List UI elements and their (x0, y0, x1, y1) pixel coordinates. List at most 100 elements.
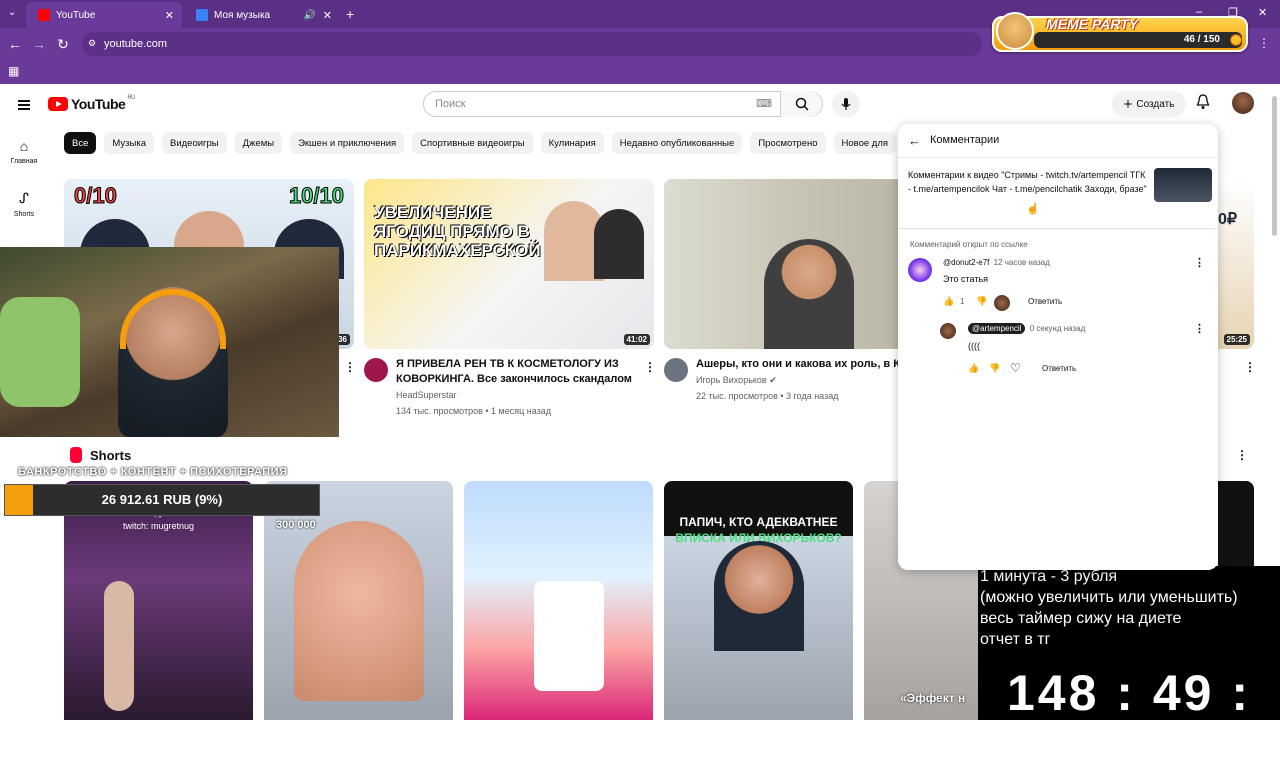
streamer-webcam (0, 247, 339, 437)
like-icon[interactable]: 👍 (968, 363, 979, 374)
video-meta: 22 тыс. просмотров • 3 года назад (696, 391, 839, 401)
url-field[interactable]: ⚙ youtube.com (82, 32, 982, 56)
reload-icon[interactable]: ↻ (50, 36, 76, 53)
apps-grid-icon[interactable]: ▦ (8, 64, 19, 78)
comments-panel: ← Комментарии Комментарии к видео "Стрим… (898, 124, 1218, 570)
figure-decor (104, 581, 134, 711)
video-meta: 134 тыс. просмотров • 1 месяц назад (396, 406, 552, 416)
comments-panel-header: ← Комментарии (898, 124, 1218, 158)
search-box[interactable]: Поиск ⌨ (423, 91, 823, 117)
chip-cooking[interactable]: Кулинария (540, 132, 604, 154)
chip-videogames[interactable]: Видеоигры (161, 132, 227, 154)
tab-music[interactable]: Моя музыка 🔊 ✕ (184, 2, 340, 28)
verified-icon: ✔ (769, 375, 777, 385)
reply-avatar[interactable] (940, 323, 956, 339)
shorts-menu-icon[interactable]: ⋮ (1236, 448, 1248, 462)
video-thumbnail[interactable]: 0₽ 25:25 (1218, 179, 1254, 349)
video-menu-icon[interactable]: ⋮ (344, 360, 356, 374)
tab-label: Моя музыка (214, 9, 271, 21)
menu-icon[interactable] (18, 98, 30, 112)
channel-name[interactable]: Игорь Вихорьков ✔ (696, 373, 777, 388)
channel-avatar[interactable] (364, 358, 388, 382)
browser-menu-icon[interactable]: ⋮ (1258, 36, 1270, 50)
reply-menu-icon[interactable]: ⋮ (1194, 322, 1205, 335)
chip-music[interactable]: Музыка (104, 132, 154, 154)
dislike-icon[interactable]: 👎 (989, 363, 1000, 374)
chip-action[interactable]: Экшен и приключения (290, 132, 405, 154)
youtube-play-icon (48, 97, 68, 111)
search-placeholder: Поиск (435, 98, 466, 110)
channel-avatar[interactable] (664, 358, 688, 382)
account-avatar[interactable] (1232, 92, 1254, 114)
video-title[interactable]: Ашеры, кто они и какова их роль, в КС. (696, 357, 916, 372)
thumb-text: УВЕЛИЧЕНИЕ ЯГОДИЦ ПРЯМО В ПАРИКМАХЕРСКОЙ (374, 203, 541, 260)
video-menu-icon[interactable]: ⋮ (1244, 360, 1256, 374)
nav-shorts[interactable]: ᔑ Shorts (0, 190, 48, 218)
reply-author-badge[interactable]: @artempencil (968, 323, 1026, 334)
chip-jams[interactable]: Джемы (234, 132, 283, 154)
heart-icon[interactable]: ♡ (1010, 361, 1021, 375)
doge-icon (996, 12, 1034, 50)
video-duration: 25:25 (1223, 334, 1250, 345)
voice-search-button[interactable] (832, 91, 860, 117)
chip-new[interactable]: Новое для (833, 132, 897, 154)
chip-recent[interactable]: Недавно опубликованные (611, 132, 743, 154)
coin-icon (1230, 34, 1242, 46)
short-thumbnail[interactable] (1218, 481, 1254, 566)
figure-decor (534, 581, 604, 691)
forward-icon[interactable]: → (26, 36, 52, 52)
comment-author[interactable]: @donut2-e7f (943, 258, 989, 267)
create-label: Создать (1136, 98, 1175, 110)
short-thumbnail[interactable]: лайк на др канала twitch: mugretnug (64, 481, 253, 720)
home-icon: ⌂ (19, 138, 29, 154)
site-info-icon[interactable]: ⚙ (88, 38, 96, 49)
youtube-logo[interactable]: YouTube RU (48, 95, 135, 112)
search-button[interactable] (780, 91, 822, 117)
close-tab-icon[interactable]: ✕ (323, 9, 332, 22)
create-button[interactable]: + Создать (1112, 91, 1186, 117)
back-arrow-icon[interactable]: ← (908, 133, 921, 148)
reply-button[interactable]: Ответить (1042, 364, 1076, 373)
like-icon[interactable]: 👍 (943, 296, 954, 307)
short-thumbnail[interactable] (464, 481, 653, 720)
tab-youtube[interactable]: YouTube ✕ (26, 2, 182, 28)
logo-region: RU (127, 95, 135, 101)
plus-icon: + (1123, 95, 1133, 113)
speaker-icon[interactable]: 🔊 (304, 10, 316, 21)
bookmarks-bar: ▦ (0, 60, 1280, 84)
chip-watched[interactable]: Просмотрено (750, 132, 826, 154)
channel-name[interactable]: HeadSuperstar (396, 388, 457, 403)
notifications-bell-icon[interactable] (1196, 94, 1210, 113)
rating-right: 10/10 (288, 183, 344, 209)
new-tab-icon[interactable]: + (346, 6, 354, 22)
short-thumbnail[interactable]: ПАПИЧ, КТО АДЕКВАТНЕЕ ВПИСКА ИЛИ ВИХОРЬК… (664, 481, 853, 720)
video-mini-thumbnail[interactable] (1154, 168, 1212, 202)
meme-party-title: MEME PARTY (1046, 16, 1139, 32)
meme-party-progress: 46 / 150 (1034, 32, 1242, 48)
donation-progress-text: 26 912.61 RUB (9%) (101, 492, 223, 507)
commenter-avatar[interactable] (908, 258, 932, 282)
nav-home-label: Главная (10, 158, 38, 165)
chip-all[interactable]: Все (64, 132, 97, 154)
tab-list-chevron-icon[interactable]: ⌄ (8, 7, 16, 18)
creator-heart-avatar (994, 295, 1010, 311)
video-thumbnail[interactable]: УВЕЛИЧЕНИЕ ЯГОДИЦ ПРЯМО В ПАРИКМАХЕРСКОЙ… (364, 179, 654, 349)
chip-sport-games[interactable]: Спортивные видеоигры (412, 132, 533, 154)
shorts-section-title: Shorts (70, 447, 131, 463)
comment-menu-icon[interactable]: ⋮ (1194, 256, 1205, 269)
short-thumbnail[interactable]: 300 000 (264, 481, 453, 720)
youtube-favicon-icon (38, 9, 50, 21)
close-window-icon[interactable]: ✕ (1258, 6, 1267, 19)
close-tab-icon[interactable]: ✕ (165, 9, 174, 22)
donation-progress-bar: 26 912.61 RUB (9%) (4, 484, 320, 516)
page-scrollbar[interactable] (1272, 96, 1277, 236)
video-menu-icon[interactable]: ⋮ (644, 360, 656, 374)
like-count: 1 (960, 297, 965, 306)
timer-rule-line: (можно увеличить или уменьшить) (980, 589, 1238, 606)
back-icon[interactable]: ← (2, 36, 28, 52)
keyboard-icon[interactable]: ⌨ (756, 97, 772, 110)
nav-home[interactable]: ⌂ Главная (0, 138, 48, 165)
video-title[interactable]: Я ПРИВЕЛА РЕН ТВ К КОСМЕТОЛОГУ ИЗ КОВОРК… (396, 357, 636, 387)
reply-button[interactable]: Ответить (1028, 297, 1062, 306)
dislike-icon[interactable]: 👎 (976, 296, 987, 307)
